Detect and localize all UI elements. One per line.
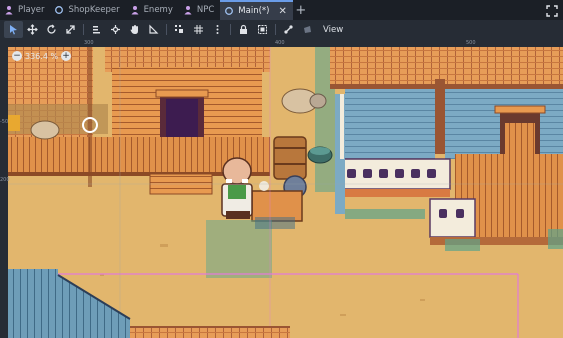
tab-label: ShopKeeper: [68, 5, 120, 15]
add-tab-button[interactable]: +: [293, 0, 309, 20]
pan-tool-icon[interactable]: [125, 21, 144, 38]
distraction-free-icon[interactable]: [545, 3, 559, 17]
scene-viewport[interactable]: 300 400 500 -50 200 − 336.4 % +: [0, 39, 563, 338]
toolbar-divider: [230, 24, 231, 35]
right-building: [330, 47, 563, 251]
shopkeeper-sprite: [221, 157, 253, 219]
tab-enemy[interactable]: Enemy: [126, 0, 179, 20]
view-menu[interactable]: View: [317, 25, 349, 35]
tab-player[interactable]: Player: [0, 0, 50, 20]
toolbar-divider: [83, 24, 84, 35]
close-icon[interactable]: ✕: [278, 6, 286, 17]
snap-icon[interactable]: [170, 21, 189, 38]
tab-label: Enemy: [143, 5, 173, 15]
horizontal-ruler: 300 400 500: [0, 39, 563, 47]
canvas-toolbar: View: [0, 20, 563, 39]
ruler-tool-icon[interactable]: [144, 21, 163, 38]
tab-label: Main(*): [238, 6, 270, 16]
rotate-tool-icon[interactable]: [42, 21, 61, 38]
editor-window: Player ShopKeeper Enemy NPC Main(*) ✕ + …: [0, 0, 563, 338]
group-icon[interactable]: [253, 21, 272, 38]
pivot-tool-icon[interactable]: [106, 21, 125, 38]
vertical-ruler: -50 200: [0, 39, 10, 338]
zoom-in-icon[interactable]: +: [61, 51, 72, 61]
lock-icon[interactable]: [234, 21, 253, 38]
bottom-left-building: [8, 269, 290, 338]
tab-shopkeeper[interactable]: ShopKeeper: [50, 0, 125, 20]
grid-snap-icon[interactable]: [189, 21, 208, 38]
ruler-tick-label: 500: [466, 40, 476, 46]
toolbar-divider: [166, 24, 167, 35]
zoom-control: − 336.4 % +: [12, 51, 72, 61]
list-select-tool-icon[interactable]: [87, 21, 106, 38]
person-icon: [4, 5, 14, 15]
more-options-icon[interactable]: [208, 21, 227, 38]
bone-icon[interactable]: [279, 21, 298, 38]
ruler-tick-label: -50: [0, 119, 9, 125]
scene-tab-bar: Player ShopKeeper Enemy NPC Main(*) ✕ +: [0, 0, 563, 20]
select-tool-icon[interactable]: [4, 21, 23, 38]
ruler-tick-label: 300: [84, 40, 94, 46]
person-icon: [183, 5, 193, 15]
ruler-tick-label: 400: [275, 40, 285, 46]
scale-tool-icon[interactable]: [61, 21, 80, 38]
override-camera-icon[interactable]: [298, 21, 317, 38]
tab-main[interactable]: Main(*) ✕: [220, 0, 293, 20]
tab-label: NPC: [196, 5, 215, 15]
game-scene: [8, 47, 563, 338]
zoom-out-icon[interactable]: −: [12, 51, 22, 61]
person-icon: [130, 5, 140, 15]
move-tool-icon[interactable]: [23, 21, 42, 38]
ruler-tick-label: 200: [0, 177, 10, 183]
tab-label: Player: [18, 5, 45, 15]
tab-npc[interactable]: NPC: [179, 0, 220, 20]
node2d-icon: [224, 6, 234, 16]
zoom-level[interactable]: 336.4 %: [25, 52, 58, 61]
node2d-icon: [54, 5, 64, 15]
toolbar-divider: [275, 24, 276, 35]
